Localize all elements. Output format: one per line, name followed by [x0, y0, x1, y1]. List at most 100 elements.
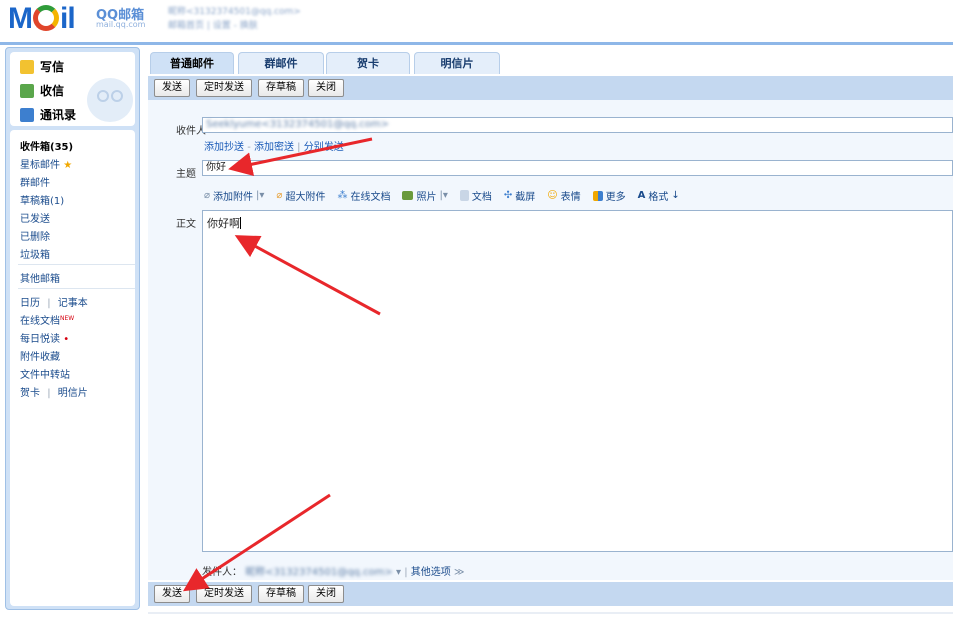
folder-list: 收件箱(35) 星标邮件 ★ 群邮件 草稿箱(1) 已发送 已删除 垃圾箱 其他…: [10, 130, 135, 606]
contacts-label: 通讯录: [40, 108, 77, 122]
compose-label: 写信: [40, 60, 65, 74]
postcard-link[interactable]: 明信片: [58, 388, 88, 399]
text-cursor: [240, 217, 241, 229]
inbox-label: 收信: [40, 84, 65, 98]
folder-group[interactable]: 群邮件: [20, 174, 50, 189]
sidebar: 写信 收信 通讯录 收件箱(35) 星标邮件 ★ 群邮件 草稿箱(1) 已发送 …: [5, 47, 140, 610]
add-cc-link[interactable]: 添加抄送: [204, 142, 244, 153]
star-icon: ★: [63, 160, 73, 171]
photo-tool[interactable]: 照片 |▾: [402, 188, 448, 203]
format-tool[interactable]: A 格式 ↓: [638, 188, 680, 203]
timed-send-button[interactable]: 定时发送: [196, 79, 252, 97]
tab-group-mail[interactable]: 群邮件: [238, 52, 324, 74]
sidebar-divider: [18, 264, 135, 265]
sender-label: 发件人：: [202, 567, 242, 578]
screenshot-tool[interactable]: ✣ 截屏: [504, 188, 535, 203]
save-draft-button[interactable]: 存草稿: [258, 79, 304, 97]
greeting-card-link[interactable]: 贺卡: [20, 388, 40, 399]
folder-starred[interactable]: 星标邮件 ★: [20, 156, 72, 171]
other-options-link[interactable]: 其他选项: [411, 567, 451, 578]
tab-postcard[interactable]: 明信片: [414, 52, 500, 74]
separate-send-link[interactable]: 分别发送: [304, 142, 344, 153]
sidebar-divider: [18, 288, 135, 289]
top-toolbar: 发送 定时发送 存草稿 关闭: [148, 76, 953, 100]
compose-tabs: 普通邮件 群邮件 贺卡 明信片: [148, 52, 953, 74]
photo-icon: [402, 191, 414, 200]
document-icon: [459, 190, 469, 201]
emoji-tool[interactable]: ☺ 表情: [547, 188, 580, 203]
header: Mil QQ邮箱 mail.qq.com 昵称<3132374501@qq.co…: [0, 0, 953, 44]
mail-logo[interactable]: Mil: [8, 2, 76, 36]
penguin-mascot-icon: [87, 78, 133, 122]
file-transfer-link[interactable]: 文件中转站: [20, 366, 70, 381]
body-label: 正文: [176, 219, 196, 230]
add-attachment-tool[interactable]: ⌀ 添加附件 |▾: [204, 188, 264, 203]
qq-mail-compose-page: Mil QQ邮箱 mail.qq.com 昵称<3132374501@qq.co…: [0, 0, 953, 620]
recipient-input[interactable]: Seeklyume<3132374501@qq.com>: [202, 117, 953, 133]
document-tool[interactable]: 文档: [459, 188, 492, 203]
save-draft-button-bottom[interactable]: 存草稿: [258, 585, 304, 603]
body-editor[interactable]: 你好啊: [202, 210, 953, 552]
link-divider: |: [47, 388, 51, 399]
bottom-toolbar: 发送 定时发送 存草稿 关闭: [148, 582, 953, 606]
add-bcc-link[interactable]: 添加密送: [254, 142, 294, 153]
font-icon: A: [637, 190, 646, 201]
dropdown-icon[interactable]: |▾: [256, 190, 264, 201]
header-divider: [0, 42, 953, 45]
folder-spam[interactable]: 垃圾箱: [20, 246, 50, 261]
tab-greeting-card[interactable]: 贺卡: [326, 52, 410, 74]
contacts-icon: [20, 107, 34, 122]
account-links[interactable]: 邮箱首页 | 设置 - 换肤: [168, 18, 258, 31]
sidebar-actions: 写信 收信 通讯录: [10, 52, 135, 126]
large-attachment-tool[interactable]: ⌀ 超大附件: [276, 188, 325, 203]
app-links-row: 日历 | 记事本: [20, 294, 88, 309]
sender-row: 发件人： 昵称<3132374501@qq.com> ▾ | 其他选项 ≫: [202, 563, 464, 578]
unread-dot-icon: •: [63, 334, 70, 345]
link-divider: |: [47, 298, 51, 309]
recipient-value: Seeklyume<3132374501@qq.com>: [206, 119, 389, 130]
large-paperclip-icon: ⌀: [276, 190, 283, 201]
daily-reading-link[interactable]: 每日悦读 •: [20, 330, 69, 345]
calendar-link[interactable]: 日历: [20, 298, 40, 309]
dropdown-icon[interactable]: |▾: [439, 190, 447, 201]
subject-value: 你好: [206, 162, 226, 173]
more-tool[interactable]: 更多: [592, 188, 626, 203]
more-icon: [592, 190, 603, 201]
close-button[interactable]: 关闭: [308, 79, 344, 97]
share-icon: ⁂: [337, 190, 348, 201]
sender-dropdown-icon[interactable]: ▾: [396, 567, 404, 578]
format-arrow-icon: ↓: [671, 190, 680, 201]
subject-input[interactable]: 你好: [202, 160, 953, 176]
sender-value[interactable]: 昵称<3132374501@qq.com>: [245, 563, 393, 578]
bottom-divider: [148, 612, 953, 614]
timed-send-button-bottom[interactable]: 定时发送: [196, 585, 252, 603]
online-doc-tool[interactable]: ⁂ 在线文档: [337, 188, 390, 203]
attachment-favorites-link[interactable]: 附件收藏: [20, 348, 60, 363]
folder-deleted[interactable]: 已删除: [20, 228, 50, 243]
new-badge: NEW: [60, 315, 75, 322]
close-button-bottom[interactable]: 关闭: [308, 585, 344, 603]
folder-drafts[interactable]: 草稿箱(1): [20, 192, 64, 207]
folder-sent[interactable]: 已发送: [20, 210, 50, 225]
notepad-link[interactable]: 记事本: [58, 298, 88, 309]
account-name: 昵称<3132374501@qq.com>: [168, 7, 301, 17]
expand-chevron-icon[interactable]: ≫: [454, 567, 464, 578]
send-button-bottom[interactable]: 发送: [154, 585, 190, 603]
tab-normal-mail[interactable]: 普通邮件: [150, 52, 234, 74]
contacts-button[interactable]: 通讯录: [20, 106, 76, 123]
body-text: 你好啊: [207, 217, 240, 230]
compose-icon: [20, 59, 34, 74]
link-separator: -: [247, 142, 254, 153]
format-toolbar: ⌀ 添加附件 |▾ ⌀ 超大附件 ⁂ 在线文档 照片 |▾ 文档 ✣ 截屏 ☺ 表情 更多 A…: [204, 188, 680, 203]
paperclip-icon: ⌀: [204, 190, 211, 201]
folder-inbox[interactable]: 收件箱(35): [20, 138, 73, 153]
send-button[interactable]: 发送: [154, 79, 190, 97]
folder-other-mailboxes[interactable]: 其他邮箱: [20, 270, 60, 285]
inbox-button[interactable]: 收信: [20, 82, 64, 99]
smiley-icon: ☺: [547, 190, 558, 201]
subject-label: 主题: [176, 169, 196, 180]
compose-button[interactable]: 写信: [20, 58, 64, 75]
online-docs-link[interactable]: 在线文档NEW: [20, 312, 74, 327]
logo-url: mail.qq.com: [96, 20, 146, 29]
recipient-options: 添加抄送 - 添加密送 | 分别发送: [204, 138, 344, 153]
